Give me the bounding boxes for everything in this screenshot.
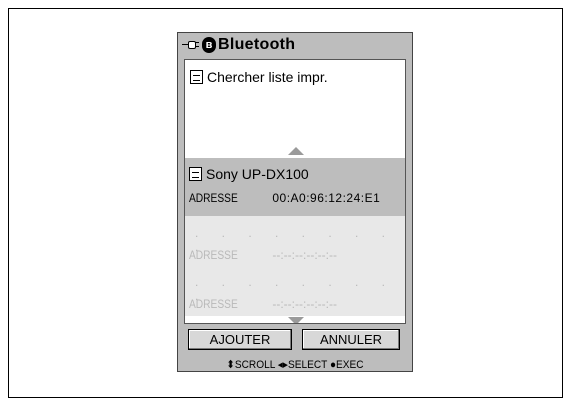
printer-list-item-selected[interactable]: Sony UP-DX100 ADRESSE 00:A0:96:12:24:E1 [185,158,405,216]
add-button[interactable]: AJOUTER [188,329,292,350]
empty-slot-1-address-row: ADRESSE --:--:--:--:--:-- [189,248,337,262]
empty-slot-1-address-label: ADRESSE [189,248,238,262]
empty-slot-2-address-value: --:--:--:--:--:-- [272,297,337,311]
title-bar: ʙ Bluetooth [178,33,412,57]
bluetooth-dialog: ʙ Bluetooth Chercher liste impr. Sony UP… [177,32,413,372]
arrow-up-icon[interactable] [288,147,304,155]
printer-list-panel: Chercher liste impr. Sony UP-DX100 ADRES… [184,59,406,324]
document-icon [189,167,202,181]
arrow-down-icon[interactable] [288,317,304,323]
address-value: 00:A0:96:12:24:E1 [272,191,381,205]
empty-slots-block: . . . . . . . . . ADRESSE --:--:--:--:--… [185,216,405,316]
bluetooth-icon: ʙ [202,37,216,53]
device-address-row: ADRESSE 00:A0:96:12:24:E1 [189,191,380,205]
device-name-row: Sony UP-DX100 [189,164,309,184]
help-hint: ⬍SCROLL ◂▸SELECT ●EXEC [226,358,364,371]
dialog-title: Bluetooth [218,36,296,53]
usb-connector-icon [182,40,200,50]
document-icon [190,70,203,84]
search-printer-list-item[interactable]: Chercher liste impr. [185,66,405,88]
empty-slot-2-address-row: ADRESSE --:--:--:--:--:-- [189,297,337,311]
button-bar: AJOUTER ANNULER [184,329,406,357]
cancel-button[interactable]: ANNULER [302,329,400,350]
empty-slot-2-address-label: ADRESSE [189,297,238,311]
device-name: Sony UP-DX100 [206,166,309,182]
address-label: ADRESSE [189,191,238,205]
empty-slot-1-address-value: --:--:--:--:--:-- [272,248,337,262]
search-label: Chercher liste impr. [207,69,328,85]
